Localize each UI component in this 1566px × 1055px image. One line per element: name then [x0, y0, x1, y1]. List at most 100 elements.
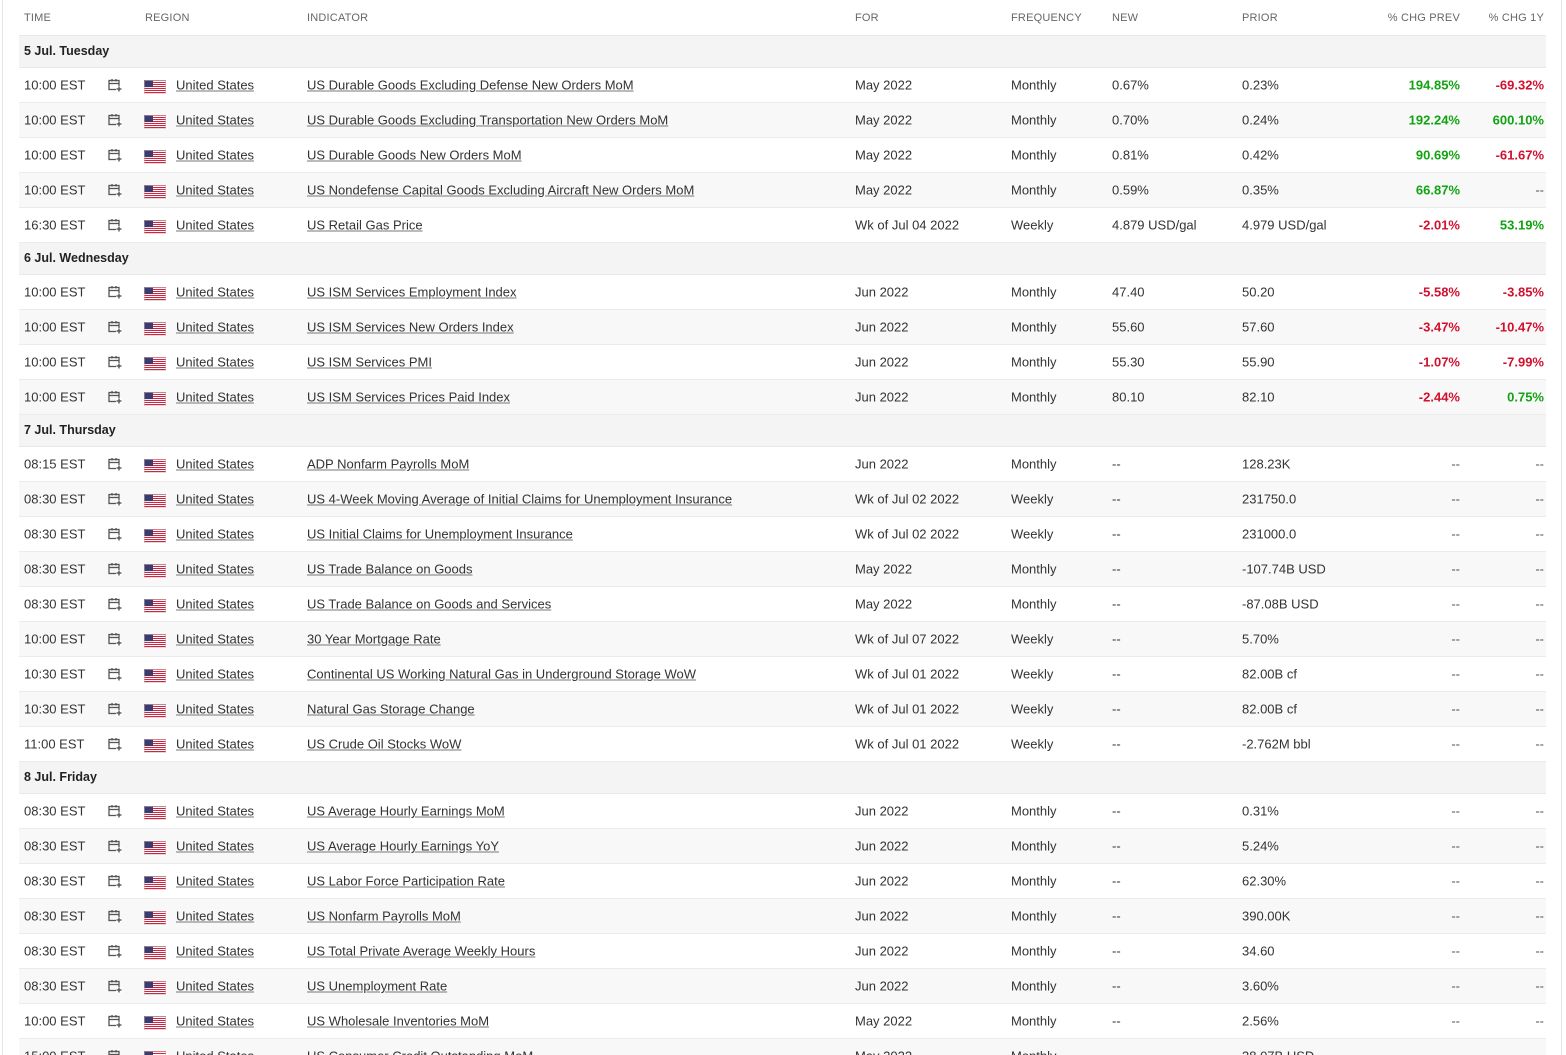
chg-1y-value: 600.10% [1492, 112, 1544, 128]
region-link[interactable]: United States [176, 804, 254, 819]
calendar-add-icon[interactable] [108, 979, 122, 993]
calendar-add-icon[interactable] [108, 527, 122, 541]
indicator-link[interactable]: US Average Hourly Earnings YoY [307, 839, 499, 854]
region-link[interactable]: United States [176, 839, 254, 854]
new-value: 80.10 [1112, 389, 1145, 405]
region-link[interactable]: United States [176, 874, 254, 889]
indicator-link[interactable]: US Total Private Average Weekly Hours [307, 944, 535, 959]
region-link[interactable]: United States [176, 979, 254, 994]
calendar-add-icon[interactable] [108, 944, 122, 958]
calendar-add-icon[interactable] [108, 355, 122, 369]
indicator-link[interactable]: US Durable Goods New Orders MoM [307, 148, 522, 163]
indicator-link[interactable]: US Nondefense Capital Goods Excluding Ai… [307, 183, 694, 198]
for-period: Wk of Jul 01 2022 [855, 736, 960, 752]
column-header-new[interactable]: NEW [1112, 12, 1138, 24]
region-link[interactable]: United States [176, 285, 254, 300]
calendar-add-icon[interactable] [108, 667, 122, 681]
region-link[interactable]: United States [176, 218, 254, 233]
calendar-add-icon[interactable] [108, 390, 122, 404]
indicator-link[interactable]: ADP Nonfarm Payrolls MoM [307, 457, 469, 472]
frequency: Monthly [1011, 803, 1057, 819]
region-link[interactable]: United States [176, 702, 254, 717]
calendar-add-icon[interactable] [108, 562, 122, 576]
region-link[interactable]: United States [176, 183, 254, 198]
column-header-indicator[interactable]: INDICATOR [307, 12, 368, 24]
region-link[interactable]: United States [176, 390, 254, 405]
indicator-link[interactable]: Continental US Working Natural Gas in Un… [307, 667, 696, 682]
prior-value: 82.00B cf [1242, 701, 1297, 717]
region-link[interactable]: United States [176, 632, 254, 647]
indicator-link[interactable]: US Wholesale Inventories MoM [307, 1014, 489, 1029]
calendar-add-icon[interactable] [108, 320, 122, 334]
indicator-link[interactable]: US Unemployment Rate [307, 979, 447, 994]
indicator-link[interactable]: US Initial Claims for Unemployment Insur… [307, 527, 573, 542]
us-flag-icon [144, 322, 166, 337]
calendar-add-icon[interactable] [108, 78, 122, 92]
calendar-add-icon[interactable] [108, 285, 122, 299]
calendar-add-icon[interactable] [108, 1014, 122, 1028]
indicator-link[interactable]: US ISM Services Prices Paid Index [307, 390, 510, 405]
indicator-link[interactable]: US Crude Oil Stocks WoW [307, 737, 461, 752]
indicator-link[interactable]: US Trade Balance on Goods [307, 562, 473, 577]
indicator-link[interactable]: US ISM Services Employment Index [307, 285, 517, 300]
indicator-link[interactable]: US Durable Goods Excluding Transportatio… [307, 113, 668, 128]
indicator-link[interactable]: Natural Gas Storage Change [307, 702, 475, 717]
calendar-add-icon[interactable] [108, 492, 122, 506]
column-header-prior[interactable]: PRIOR [1242, 12, 1278, 24]
region-link[interactable]: United States [176, 597, 254, 612]
indicator-link[interactable]: US 4-Week Moving Average of Initial Clai… [307, 492, 732, 507]
calendar-add-icon[interactable] [108, 804, 122, 818]
calendar-add-icon[interactable] [108, 909, 122, 923]
calendar-add-icon[interactable] [108, 1049, 122, 1055]
column-header-time[interactable]: TIME [24, 12, 51, 24]
region-link[interactable]: United States [176, 527, 254, 542]
region-link[interactable]: United States [176, 355, 254, 370]
calendar-add-icon[interactable] [108, 737, 122, 751]
chg-1y-value: -- [1535, 631, 1544, 647]
indicator-link[interactable]: US ISM Services PMI [307, 355, 432, 370]
calendar-add-icon[interactable] [108, 632, 122, 646]
indicator-link[interactable]: US Consumer Credit Outstanding MoM [307, 1049, 533, 1055]
region-link[interactable]: United States [176, 667, 254, 682]
region-link[interactable]: United States [176, 78, 254, 93]
column-header-chg-1y[interactable]: % CHG 1Y [1489, 12, 1544, 24]
region-link[interactable]: United States [176, 1014, 254, 1029]
calendar-add-icon[interactable] [108, 218, 122, 232]
indicator-link[interactable]: US Nonfarm Payrolls MoM [307, 909, 461, 924]
chg-1y-value: -- [1535, 526, 1544, 542]
column-header-chg-prev[interactable]: % CHG PREV [1388, 12, 1460, 24]
region-link[interactable]: United States [176, 1049, 254, 1055]
region-link[interactable]: United States [176, 737, 254, 752]
us-flag-icon [144, 806, 166, 821]
region-link[interactable]: United States [176, 113, 254, 128]
calendar-add-icon[interactable] [108, 183, 122, 197]
new-value: 0.70% [1112, 112, 1149, 128]
calendar-add-icon[interactable] [108, 457, 122, 471]
column-header-region[interactable]: REGION [145, 12, 190, 24]
indicator-link[interactable]: US ISM Services New Orders Index [307, 320, 514, 335]
chg-prev-value: -- [1451, 526, 1460, 542]
calendar-add-icon[interactable] [108, 148, 122, 162]
calendar-add-icon[interactable] [108, 597, 122, 611]
indicator-link[interactable]: US Retail Gas Price [307, 218, 423, 233]
indicator-link[interactable]: 30 Year Mortgage Rate [307, 632, 441, 647]
region-link[interactable]: United States [176, 492, 254, 507]
indicator-link[interactable]: US Labor Force Participation Rate [307, 874, 505, 889]
column-header-for[interactable]: FOR [855, 12, 879, 24]
region-link[interactable]: United States [176, 562, 254, 577]
calendar-add-icon[interactable] [108, 113, 122, 127]
region-link[interactable]: United States [176, 457, 254, 472]
region-link[interactable]: United States [176, 148, 254, 163]
region-link[interactable]: United States [176, 909, 254, 924]
for-period: Wk of Jul 01 2022 [855, 701, 960, 717]
indicator-link[interactable]: US Trade Balance on Goods and Services [307, 597, 551, 612]
region-link[interactable]: United States [176, 320, 254, 335]
indicator-link[interactable]: US Durable Goods Excluding Defense New O… [307, 78, 634, 93]
us-flag-icon [144, 564, 166, 579]
calendar-add-icon[interactable] [108, 702, 122, 716]
indicator-link[interactable]: US Average Hourly Earnings MoM [307, 804, 505, 819]
calendar-add-icon[interactable] [108, 874, 122, 888]
calendar-add-icon[interactable] [108, 839, 122, 853]
region-link[interactable]: United States [176, 944, 254, 959]
column-header-frequency[interactable]: FREQUENCY [1011, 12, 1082, 24]
